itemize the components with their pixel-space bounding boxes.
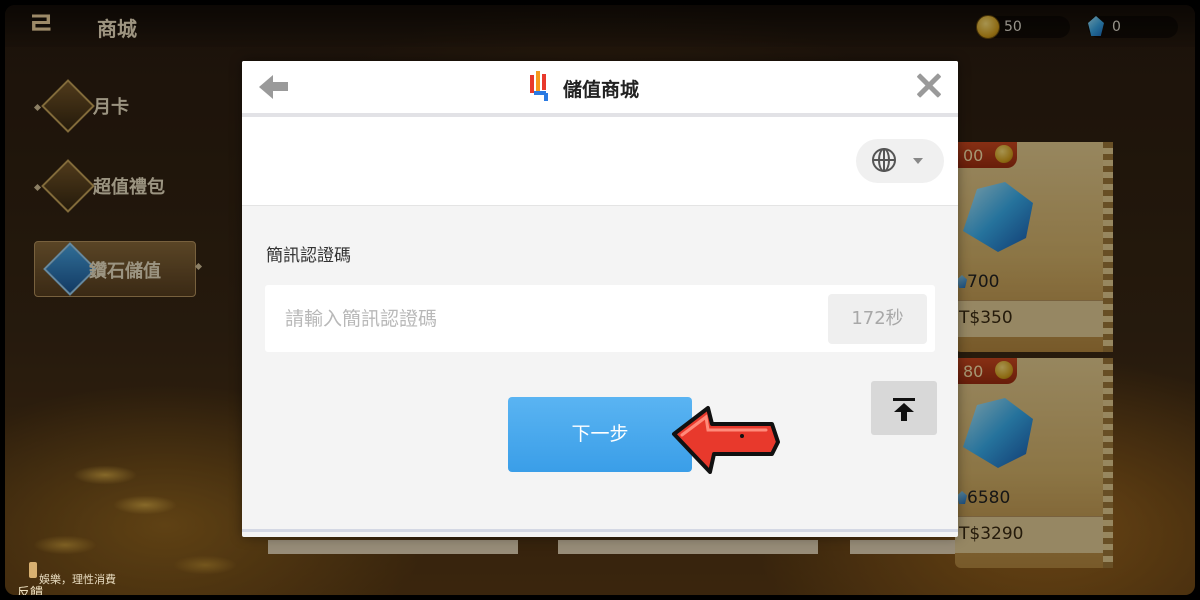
back-arrow-icon[interactable] — [258, 71, 292, 103]
divider — [242, 529, 958, 532]
dialog-header: 儲值商城 — [242, 61, 958, 117]
info-icon — [29, 562, 37, 578]
language-select[interactable] — [856, 139, 944, 183]
close-icon[interactable] — [912, 69, 946, 103]
sms-code-field: 172秒 — [265, 285, 935, 352]
sms-code-input[interactable] — [265, 285, 825, 352]
resend-countdown-button[interactable]: 172秒 — [828, 294, 927, 344]
health-notice: 娛樂，理性消費 — [39, 573, 116, 586]
red-pointer-arrow-icon — [672, 406, 780, 474]
scroll-to-top-icon[interactable] — [871, 381, 937, 435]
language-row — [242, 117, 958, 206]
topup-dialog: 儲值商城 簡訊認證碼 172秒 下一步 — [242, 61, 958, 537]
chevron-down-icon — [913, 158, 923, 164]
feedback-link[interactable]: 反饋 — [17, 582, 43, 595]
dialog-title: 儲值商城 — [563, 79, 640, 101]
next-step-button[interactable]: 下一步 — [508, 397, 692, 472]
sms-code-label: 簡訊認證碼 — [266, 246, 351, 266]
globe-icon — [872, 148, 896, 172]
brand-logo-icon — [528, 71, 552, 101]
